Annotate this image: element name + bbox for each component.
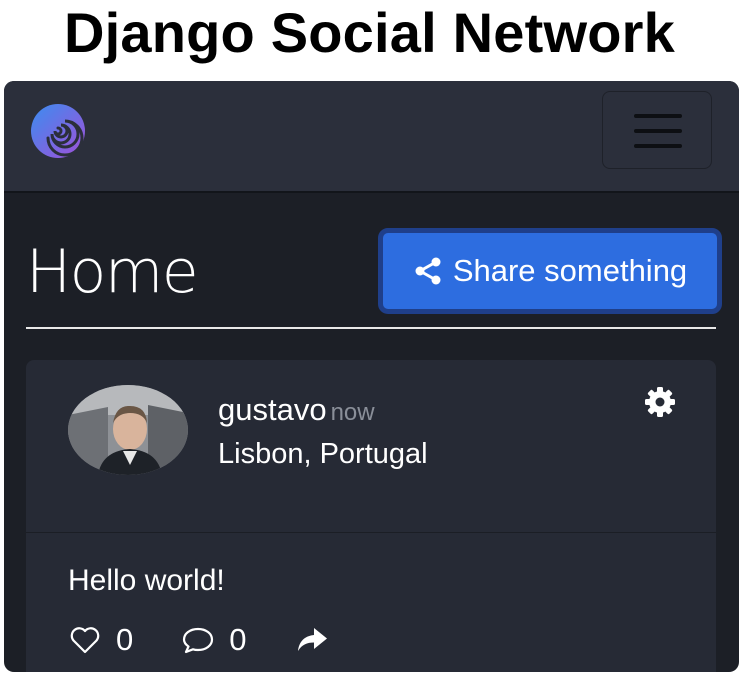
title-divider — [26, 327, 716, 329]
share-post-button[interactable] — [295, 623, 329, 657]
post-author[interactable]: gustavo now — [218, 392, 375, 428]
avatar[interactable] — [68, 385, 188, 475]
card-divider — [26, 532, 716, 533]
like-button[interactable]: 0 — [68, 622, 133, 658]
post-location: Lisbon, Portugal — [218, 438, 428, 470]
app-window: Home Share something gustavo now Lisbon,… — [4, 81, 739, 672]
swirl-logo-icon[interactable] — [30, 103, 86, 159]
heart-icon — [70, 627, 100, 654]
post-card: gustavo now Lisbon, Portugal Hello world! — [26, 360, 716, 672]
comment-icon — [183, 627, 214, 654]
comment-button[interactable]: 0 — [181, 622, 247, 658]
post-actions: 0 0 — [68, 622, 329, 658]
hamburger-bar — [634, 129, 682, 133]
post-timestamp: now — [330, 399, 375, 426]
like-count: 0 — [116, 622, 134, 657]
gear-icon[interactable] — [644, 386, 676, 418]
hamburger-menu-button[interactable] — [602, 91, 712, 169]
hamburger-bar — [634, 114, 682, 118]
comment-count: 0 — [229, 622, 247, 657]
share-something-button[interactable]: Share something — [378, 228, 722, 314]
page-title: Home — [26, 237, 199, 307]
post-text: Hello world! — [68, 564, 225, 597]
navbar — [4, 81, 739, 193]
share-arrow-icon — [297, 628, 327, 651]
share-button-label: Share something — [452, 253, 688, 288]
page-heading: Django Social Network — [64, 0, 675, 64]
share-icon — [415, 257, 441, 285]
author-name[interactable]: gustavo — [218, 392, 327, 427]
hamburger-bar — [634, 144, 682, 148]
